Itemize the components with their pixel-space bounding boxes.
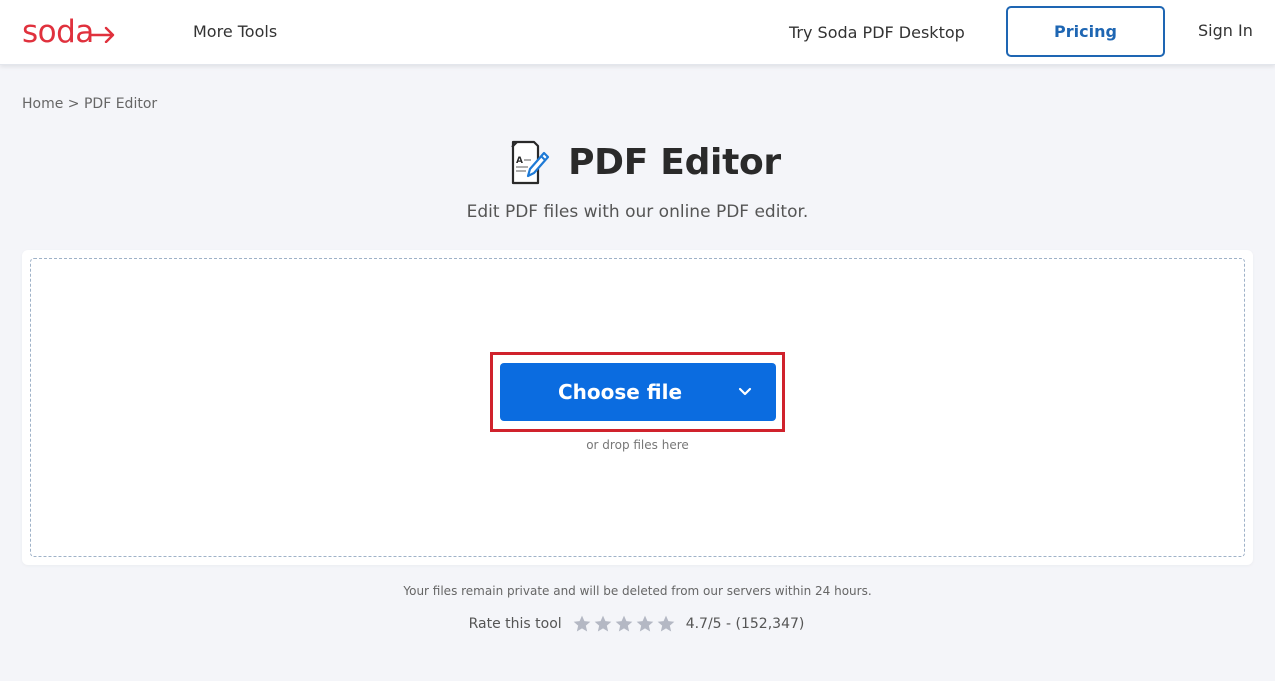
document-edit-icon: A	[511, 140, 550, 185]
logo-text: soda	[22, 14, 94, 50]
svg-text:A: A	[516, 156, 523, 166]
choose-file-label: Choose file	[557, 380, 683, 404]
soda-logo[interactable]: soda	[22, 12, 116, 52]
chevron-down-icon[interactable]	[736, 384, 754, 400]
rate-label: Rate this tool	[468, 616, 562, 632]
title-row: A PDF Editor	[0, 138, 1275, 188]
breadcrumb-home[interactable]: Home	[22, 96, 63, 112]
star-icon[interactable]	[635, 614, 655, 634]
page-title: PDF Editor	[568, 142, 781, 183]
star-icon[interactable]	[656, 614, 676, 634]
drop-hint: or drop files here	[586, 438, 689, 452]
sign-in-link[interactable]: Sign In	[1198, 21, 1253, 41]
star-rating[interactable]	[572, 614, 676, 634]
logo-arrow-icon	[89, 26, 114, 43]
rating-row: Rate this tool 4.7/5 - (152,347)	[0, 614, 1275, 634]
pricing-button[interactable]: Pricing	[1006, 6, 1165, 57]
breadcrumb-current: PDF Editor	[83, 96, 158, 112]
privacy-note: Your files remain private and will be de…	[403, 584, 872, 598]
more-tools-menu[interactable]: More Tools	[193, 22, 277, 42]
choose-file-button[interactable]: Choose file	[500, 363, 776, 421]
page-subtitle: Edit PDF files with our online PDF edito…	[466, 202, 809, 222]
breadcrumb: Home > PDF Editor	[22, 95, 157, 113]
breadcrumb-separator: >	[67, 96, 80, 112]
star-icon[interactable]	[572, 614, 592, 634]
top-nav-bar: soda More Tools Try Soda PDF Desktop Pri…	[0, 0, 1275, 65]
try-desktop-link[interactable]: Try Soda PDF Desktop	[789, 23, 965, 43]
rating-summary: 4.7/5 - (152,347)	[685, 616, 805, 632]
star-icon[interactable]	[593, 614, 613, 634]
star-icon[interactable]	[614, 614, 634, 634]
